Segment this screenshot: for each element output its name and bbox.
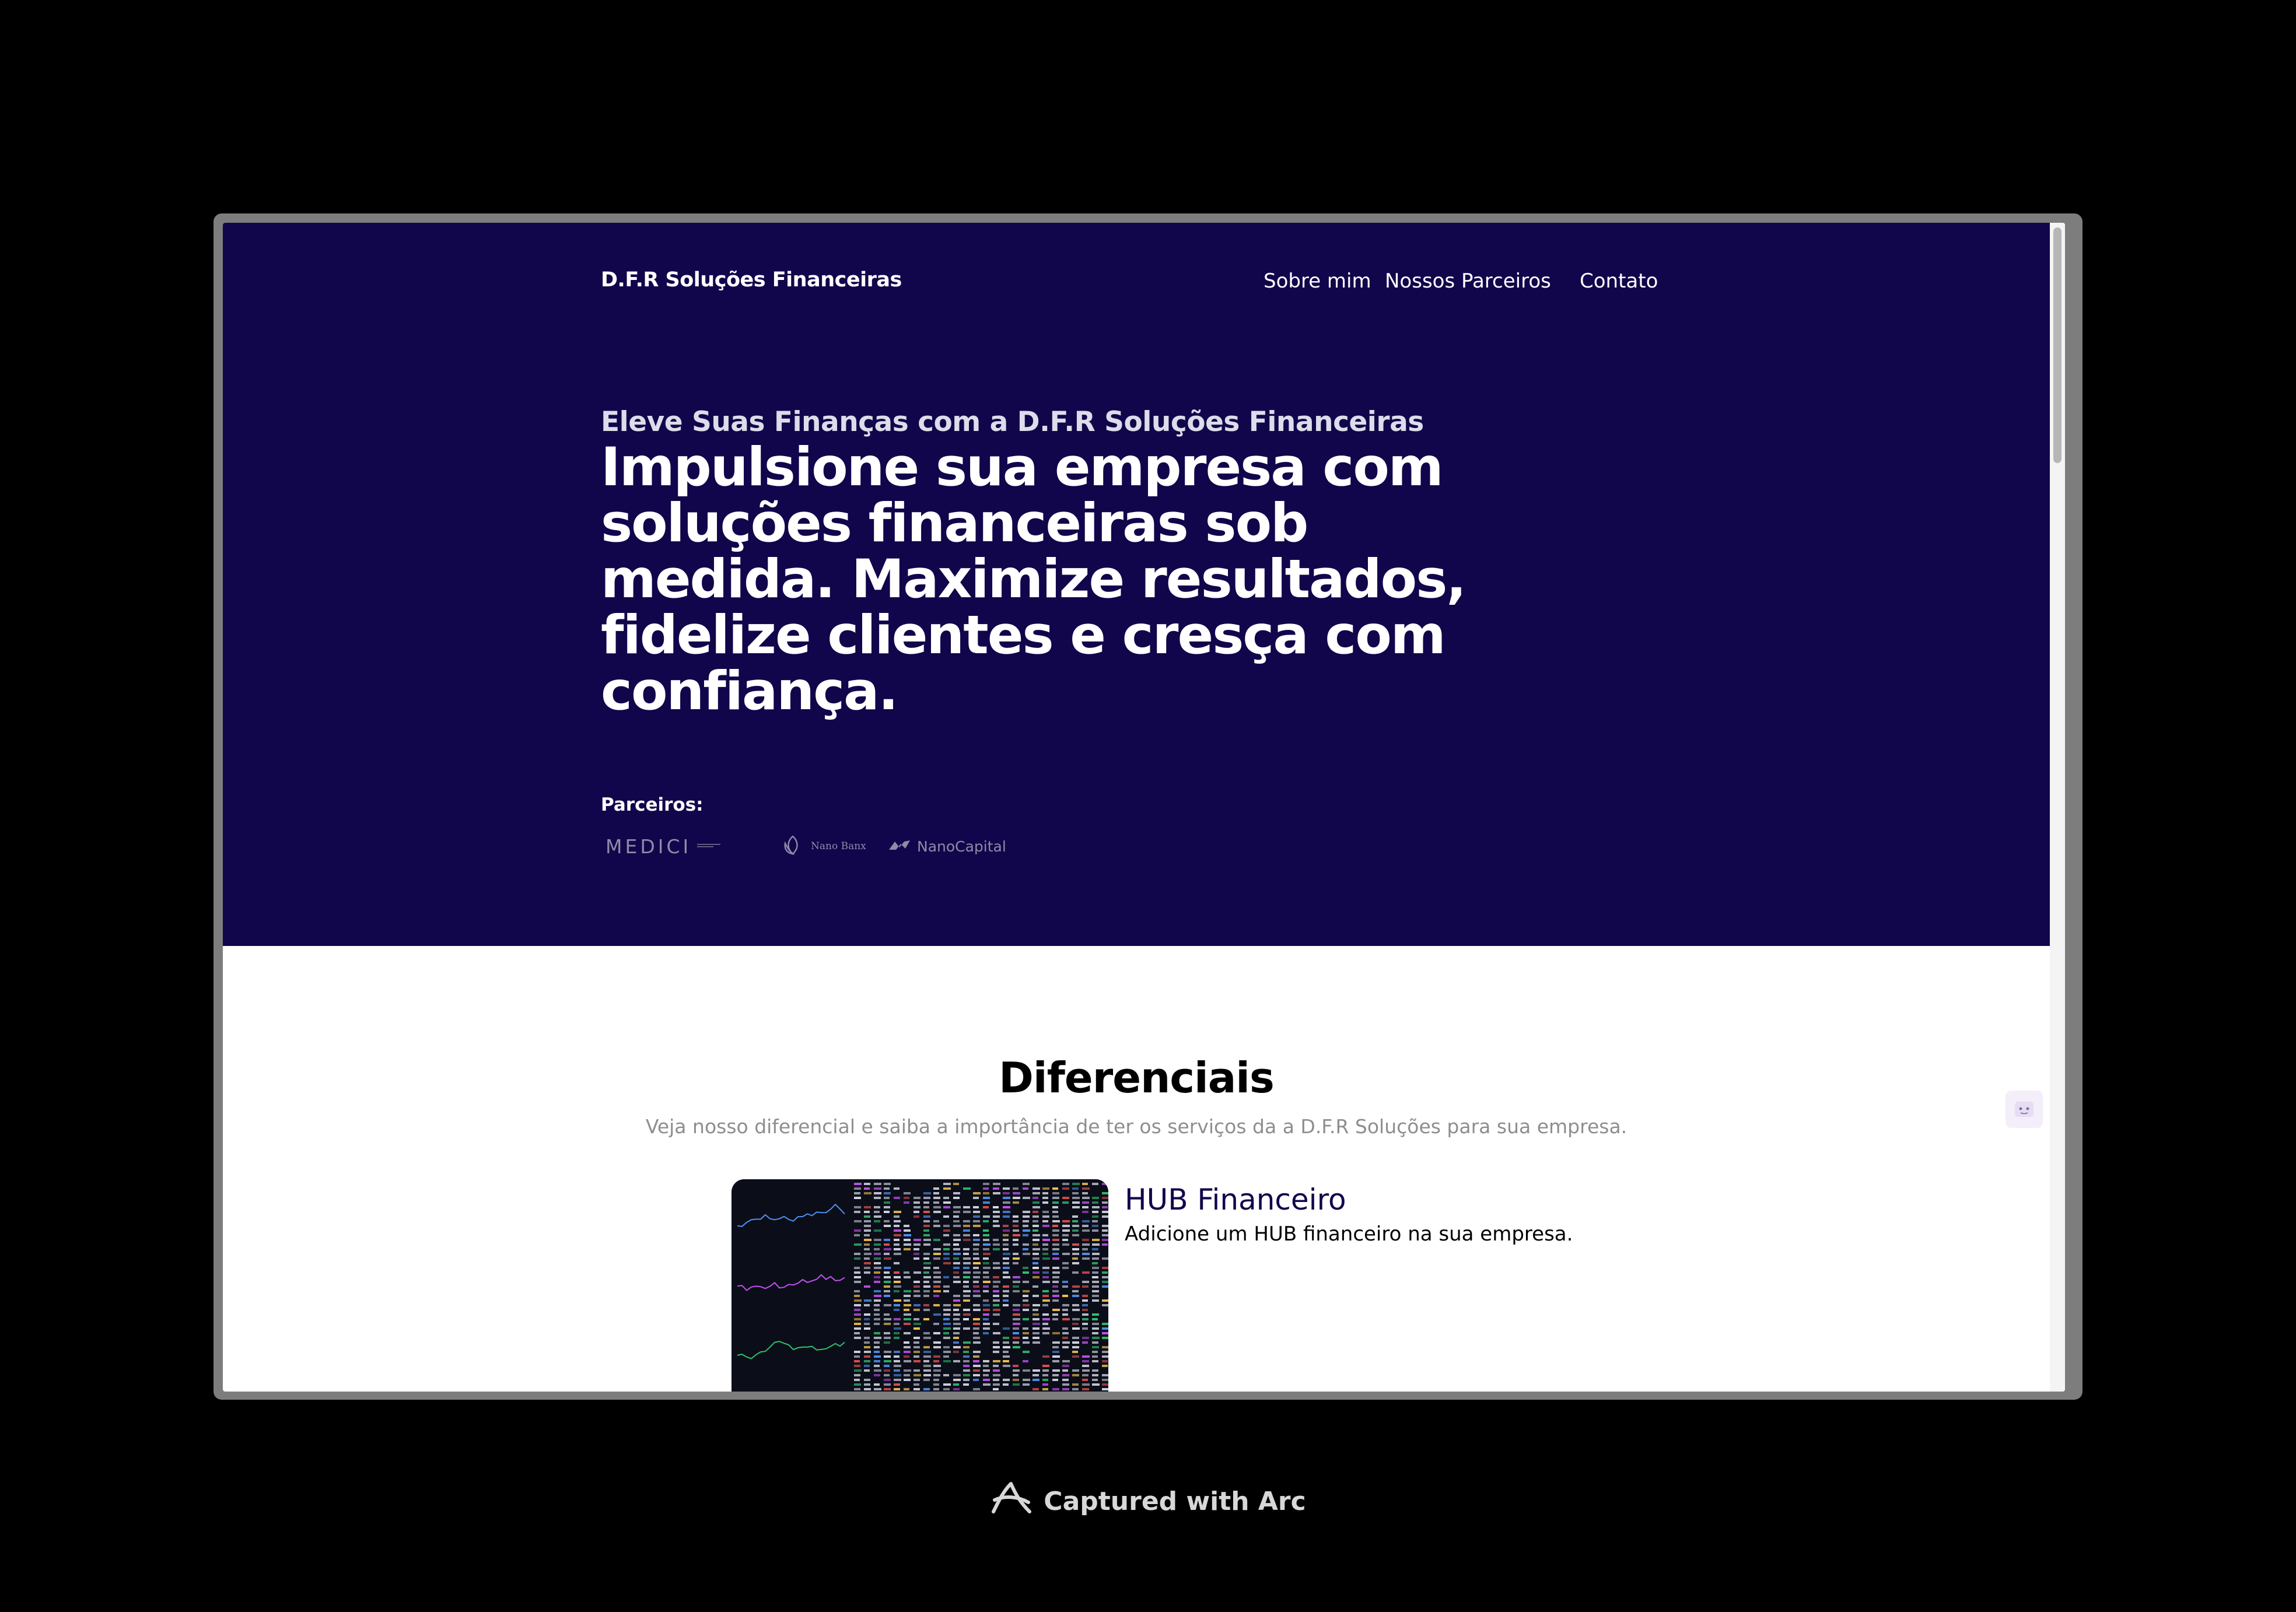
nav-link-nossos-parceiros[interactable]: Nossos Parceiros (1385, 269, 1551, 293)
caption-text: Captured with Arc (1044, 1487, 1306, 1516)
vertical-scrollbar[interactable] (2050, 223, 2065, 1392)
brand-logo[interactable]: D.F.R Soluções Financeiras (601, 268, 902, 292)
hero-headline: Impulsione sua empresa com soluções fina… (601, 437, 1466, 722)
medici-tagline-mark (697, 843, 723, 850)
page-viewport[interactable]: D.F.R Soluções Financeiras Sobre mim Nos… (223, 223, 2065, 1392)
card-description: Adicione um HUB financeiro na sua empres… (1125, 1222, 1573, 1246)
arc-logo-icon (990, 1479, 1033, 1524)
floating-assistant-button[interactable] (2006, 1091, 2043, 1128)
capture-caption: Captured with Arc (0, 1479, 2296, 1524)
hero-eyebrow: Eleve Suas Finanças com a D.F.R Soluções… (601, 406, 1424, 438)
trading-screen-image (732, 1179, 1108, 1392)
nanocapital-symbol-icon (888, 838, 911, 854)
partners-label: Parceiros: (601, 794, 704, 815)
section-title: Diferenciais (999, 1053, 1275, 1102)
nav-link-contato[interactable]: Contato (1580, 269, 1658, 293)
partner-logo-medici: MEDICI (606, 832, 723, 861)
partner-logo-nanobanx: Nano Banx (780, 832, 866, 861)
assistant-face-icon (2015, 1102, 2034, 1117)
scrollbar-thumb[interactable] (2053, 227, 2062, 463)
section-subtitle: Veja nosso diferencial e saiba a importâ… (645, 1115, 1628, 1138)
card-title: HUB Financeiro (1125, 1183, 1346, 1217)
browser-window: D.F.R Soluções Financeiras Sobre mim Nos… (214, 213, 2082, 1400)
nanobanx-symbol-icon (780, 833, 805, 860)
nav-link-sobre-mim[interactable]: Sobre mim (1264, 269, 1371, 293)
partner-logo-nanocapital: NanoCapital (888, 832, 1006, 861)
hero-section: D.F.R Soluções Financeiras Sobre mim Nos… (223, 223, 2050, 946)
